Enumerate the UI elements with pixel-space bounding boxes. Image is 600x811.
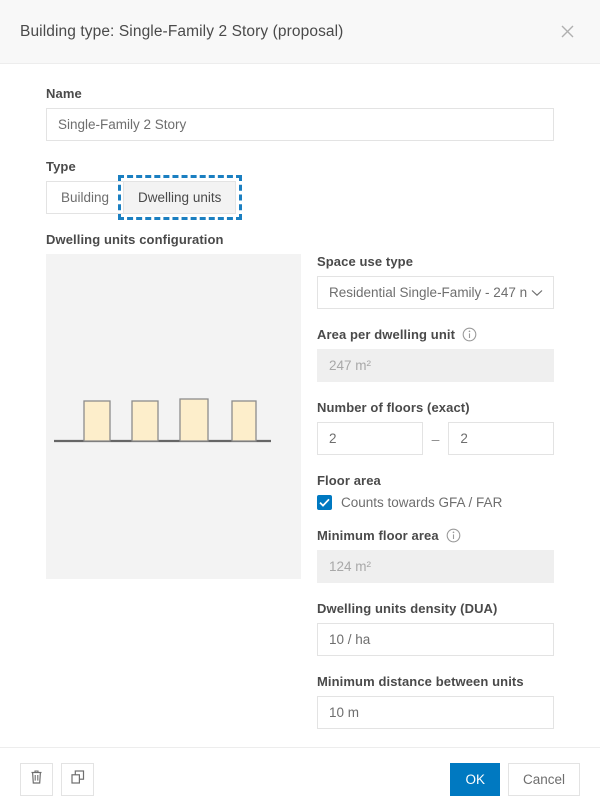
delete-button[interactable]	[20, 763, 53, 796]
configuration-label: Dwelling units configuration	[46, 232, 224, 247]
dialog-body: Name Single-Family 2 Story Type Building…	[0, 64, 600, 747]
type-segmented-control: Building Dwelling units	[46, 175, 243, 220]
chevron-down-icon	[531, 289, 545, 297]
footer-right-actions: OK Cancel	[450, 763, 580, 796]
minimum-floor-area-input: 124 m²	[317, 550, 554, 583]
floor-area-label: Floor area	[317, 473, 381, 488]
info-icon[interactable]	[462, 327, 477, 342]
minimum-distance-input[interactable]: 10 m	[317, 696, 554, 729]
number-of-floors-label: Number of floors (exact)	[317, 400, 470, 415]
type-option-dwelling-units[interactable]: Dwelling units	[118, 175, 243, 220]
duplicate-button[interactable]	[61, 763, 94, 796]
dialog-title: Building type: Single-Family 2 Story (pr…	[20, 22, 344, 40]
type-field-group: Type Building Dwelling units	[46, 159, 554, 220]
dwelling-units-preview	[46, 254, 301, 579]
cancel-button[interactable]: Cancel	[507, 763, 580, 796]
info-icon[interactable]	[446, 528, 461, 543]
close-icon[interactable]	[554, 19, 580, 45]
name-label: Name	[46, 86, 82, 101]
range-separator: –	[431, 430, 440, 447]
duplicate-icon	[70, 769, 86, 790]
space-use-type-group: Space use type Residential Single-Family…	[317, 254, 554, 309]
counts-towards-gfa-label: Counts towards GFA / FAR	[341, 495, 503, 510]
ok-button[interactable]: OK	[450, 763, 500, 796]
configuration-columns: Space use type Residential Single-Family…	[46, 254, 555, 747]
number-of-floors-min-input[interactable]: 2	[317, 422, 423, 455]
minimum-floor-area-label: Minimum floor area	[317, 528, 554, 543]
dialog-footer: OK Cancel	[0, 747, 600, 811]
trash-icon	[29, 769, 44, 790]
number-of-floors-max-input[interactable]: 2	[448, 422, 555, 455]
area-per-dwelling-unit-label: Area per dwelling unit	[317, 327, 554, 342]
counts-towards-gfa-row[interactable]: Counts towards GFA / FAR	[317, 495, 554, 510]
name-input[interactable]: Single-Family 2 Story	[46, 108, 554, 141]
type-option-building[interactable]: Building	[46, 181, 125, 214]
space-use-type-label: Space use type	[317, 254, 414, 269]
preview-column	[46, 254, 301, 579]
floor-area-group: Floor area Counts towards GFA / FAR	[317, 473, 554, 510]
minimum-floor-area-label-text: Minimum floor area	[317, 528, 439, 543]
type-label: Type	[46, 159, 76, 174]
minimum-floor-area-group: Minimum floor area 124 m²	[317, 528, 554, 583]
area-per-dwelling-unit-label-text: Area per dwelling unit	[317, 327, 455, 342]
dialog-header: Building type: Single-Family 2 Story (pr…	[0, 0, 600, 64]
footer-left-actions	[20, 763, 94, 796]
space-use-type-select[interactable]: Residential Single-Family - 247 n	[317, 276, 554, 309]
counts-towards-gfa-checkbox[interactable]	[317, 495, 332, 510]
settings-column: Space use type Residential Single-Family…	[317, 254, 555, 747]
number-of-floors-range: 2 – 2	[317, 422, 555, 455]
dwelling-units-density-input[interactable]: 10 / ha	[317, 623, 554, 656]
dwelling-units-density-group: Dwelling units density (DUA) 10 / ha	[317, 601, 554, 656]
minimum-distance-group: Minimum distance between units 10 m	[317, 674, 554, 729]
area-per-dwelling-unit-input: 247 m²	[317, 349, 554, 382]
area-per-dwelling-unit-group: Area per dwelling unit 247 m²	[317, 327, 554, 382]
name-field-group: Name Single-Family 2 Story	[46, 86, 554, 141]
space-use-type-value: Residential Single-Family - 247 n	[329, 285, 528, 300]
minimum-distance-label: Minimum distance between units	[317, 674, 524, 689]
dwelling-units-density-label: Dwelling units density (DUA)	[317, 601, 498, 616]
building-type-dialog: Building type: Single-Family 2 Story (pr…	[0, 0, 600, 811]
number-of-floors-group: Number of floors (exact) 2 – 2	[317, 400, 555, 455]
